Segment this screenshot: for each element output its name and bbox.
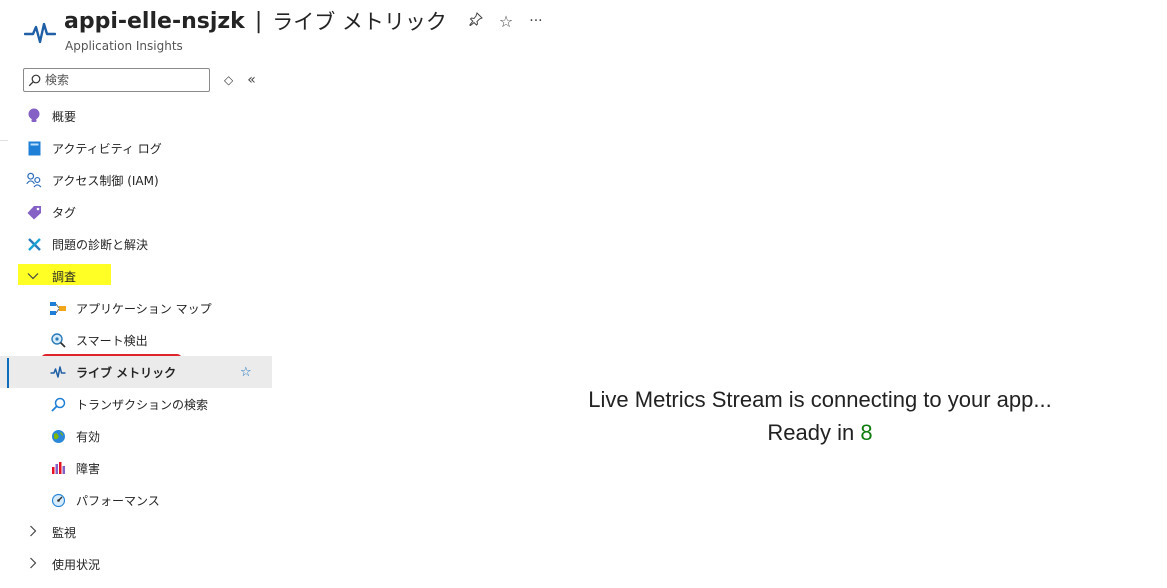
people-icon xyxy=(26,172,42,188)
live-metrics-logo-icon xyxy=(24,22,56,44)
pulse-icon xyxy=(50,364,66,380)
favorite-star-icon[interactable]: ☆ xyxy=(240,365,252,380)
expand-collapse-icon[interactable]: ◇ xyxy=(224,73,233,87)
menu-item-failures[interactable]: 障害 xyxy=(0,452,272,484)
menu-item-label: 障害 xyxy=(76,461,101,476)
countdown-value: 8 xyxy=(860,420,873,445)
selection-indicator xyxy=(7,358,9,388)
menu-item-label: タグ xyxy=(52,205,77,220)
menu-item-overview[interactable]: 概要 xyxy=(0,100,272,132)
menu-item-label: 概要 xyxy=(52,109,77,124)
tag-icon xyxy=(26,204,42,220)
application-map-icon xyxy=(50,300,66,316)
search-icon xyxy=(50,396,66,412)
resource-menu: 概要 アクティビティ ログ アクセス制御 (IAM) タグ 問題の診断と解決 調… xyxy=(0,100,272,580)
ellipsis-icon[interactable]: ··· xyxy=(529,13,542,29)
chevron-right-icon xyxy=(26,557,40,572)
menu-group-label: 調査 xyxy=(52,269,77,284)
page-header: appi-elle-nsjzk | ライブ メトリック ☆ ··· Applic… xyxy=(24,6,543,56)
menu-item-label: アクティビティ ログ xyxy=(52,141,162,156)
menu-item-performance[interactable]: パフォーマンス xyxy=(0,484,272,516)
pin-icon[interactable] xyxy=(469,12,483,30)
menu-item-activity-log[interactable]: アクティビティ ログ xyxy=(0,132,272,164)
menu-item-label: パフォーマンス xyxy=(76,493,160,508)
lightbulb-icon xyxy=(26,108,42,124)
log-book-icon xyxy=(26,140,42,156)
search-icon xyxy=(28,74,41,86)
menu-item-smart-detection[interactable]: スマート検出 xyxy=(0,324,272,356)
menu-item-diagnose[interactable]: 問題の診断と解決 xyxy=(0,228,272,260)
ready-line: Ready in 8 xyxy=(560,416,1080,449)
menu-group-usage[interactable]: 使用状況 xyxy=(0,548,272,580)
chevron-right-icon xyxy=(26,525,40,540)
search-box[interactable] xyxy=(23,68,210,92)
smart-detection-icon xyxy=(50,332,66,348)
globe-icon xyxy=(50,428,66,444)
ready-prefix: Ready in xyxy=(767,420,861,445)
menu-item-transaction-search[interactable]: トランザクションの検索 xyxy=(0,388,272,420)
menu-item-live-metrics[interactable]: ライブ メトリック ☆ xyxy=(0,356,272,388)
wrench-icon xyxy=(26,236,42,252)
resource-name: appi-elle-nsjzk xyxy=(64,8,245,34)
menu-item-app-map[interactable]: アプリケーション マップ xyxy=(0,292,272,324)
menu-search-row: ◇ « xyxy=(23,68,256,92)
menu-item-label: 問題の診断と解決 xyxy=(52,237,149,252)
menu-group-label: 使用状況 xyxy=(52,557,101,572)
menu-item-label: ライブ メトリック xyxy=(76,365,177,380)
menu-item-label: アクセス制御 (IAM) xyxy=(52,173,159,188)
menu-item-tags[interactable]: タグ xyxy=(0,196,272,228)
menu-item-access-control[interactable]: アクセス制御 (IAM) xyxy=(0,164,272,196)
chevron-down-icon xyxy=(26,269,40,283)
menu-item-label: トランザクションの検索 xyxy=(76,397,209,412)
page-title: ライブ メトリック xyxy=(272,10,447,34)
resource-type: Application Insights xyxy=(65,39,183,53)
menu-item-label: 有効 xyxy=(76,429,101,444)
search-input[interactable] xyxy=(45,73,205,87)
connecting-text: Live Metrics Stream is connecting to you… xyxy=(588,387,1052,412)
star-icon[interactable]: ☆ xyxy=(499,12,513,31)
connection-status-message: Live Metrics Stream is connecting to you… xyxy=(560,383,1080,449)
menu-item-availability[interactable]: 有効 xyxy=(0,420,272,452)
collapse-menu-icon[interactable]: « xyxy=(247,72,256,88)
menu-item-label: アプリケーション マップ xyxy=(76,301,212,316)
menu-group-label: 監視 xyxy=(52,525,77,540)
performance-icon xyxy=(50,492,66,508)
bar-chart-icon xyxy=(50,460,66,476)
menu-group-investigate[interactable]: 調査 xyxy=(0,260,272,292)
menu-item-label: スマート検出 xyxy=(76,333,148,348)
title-separator: | xyxy=(254,8,263,34)
menu-group-monitoring[interactable]: 監視 xyxy=(0,516,272,548)
